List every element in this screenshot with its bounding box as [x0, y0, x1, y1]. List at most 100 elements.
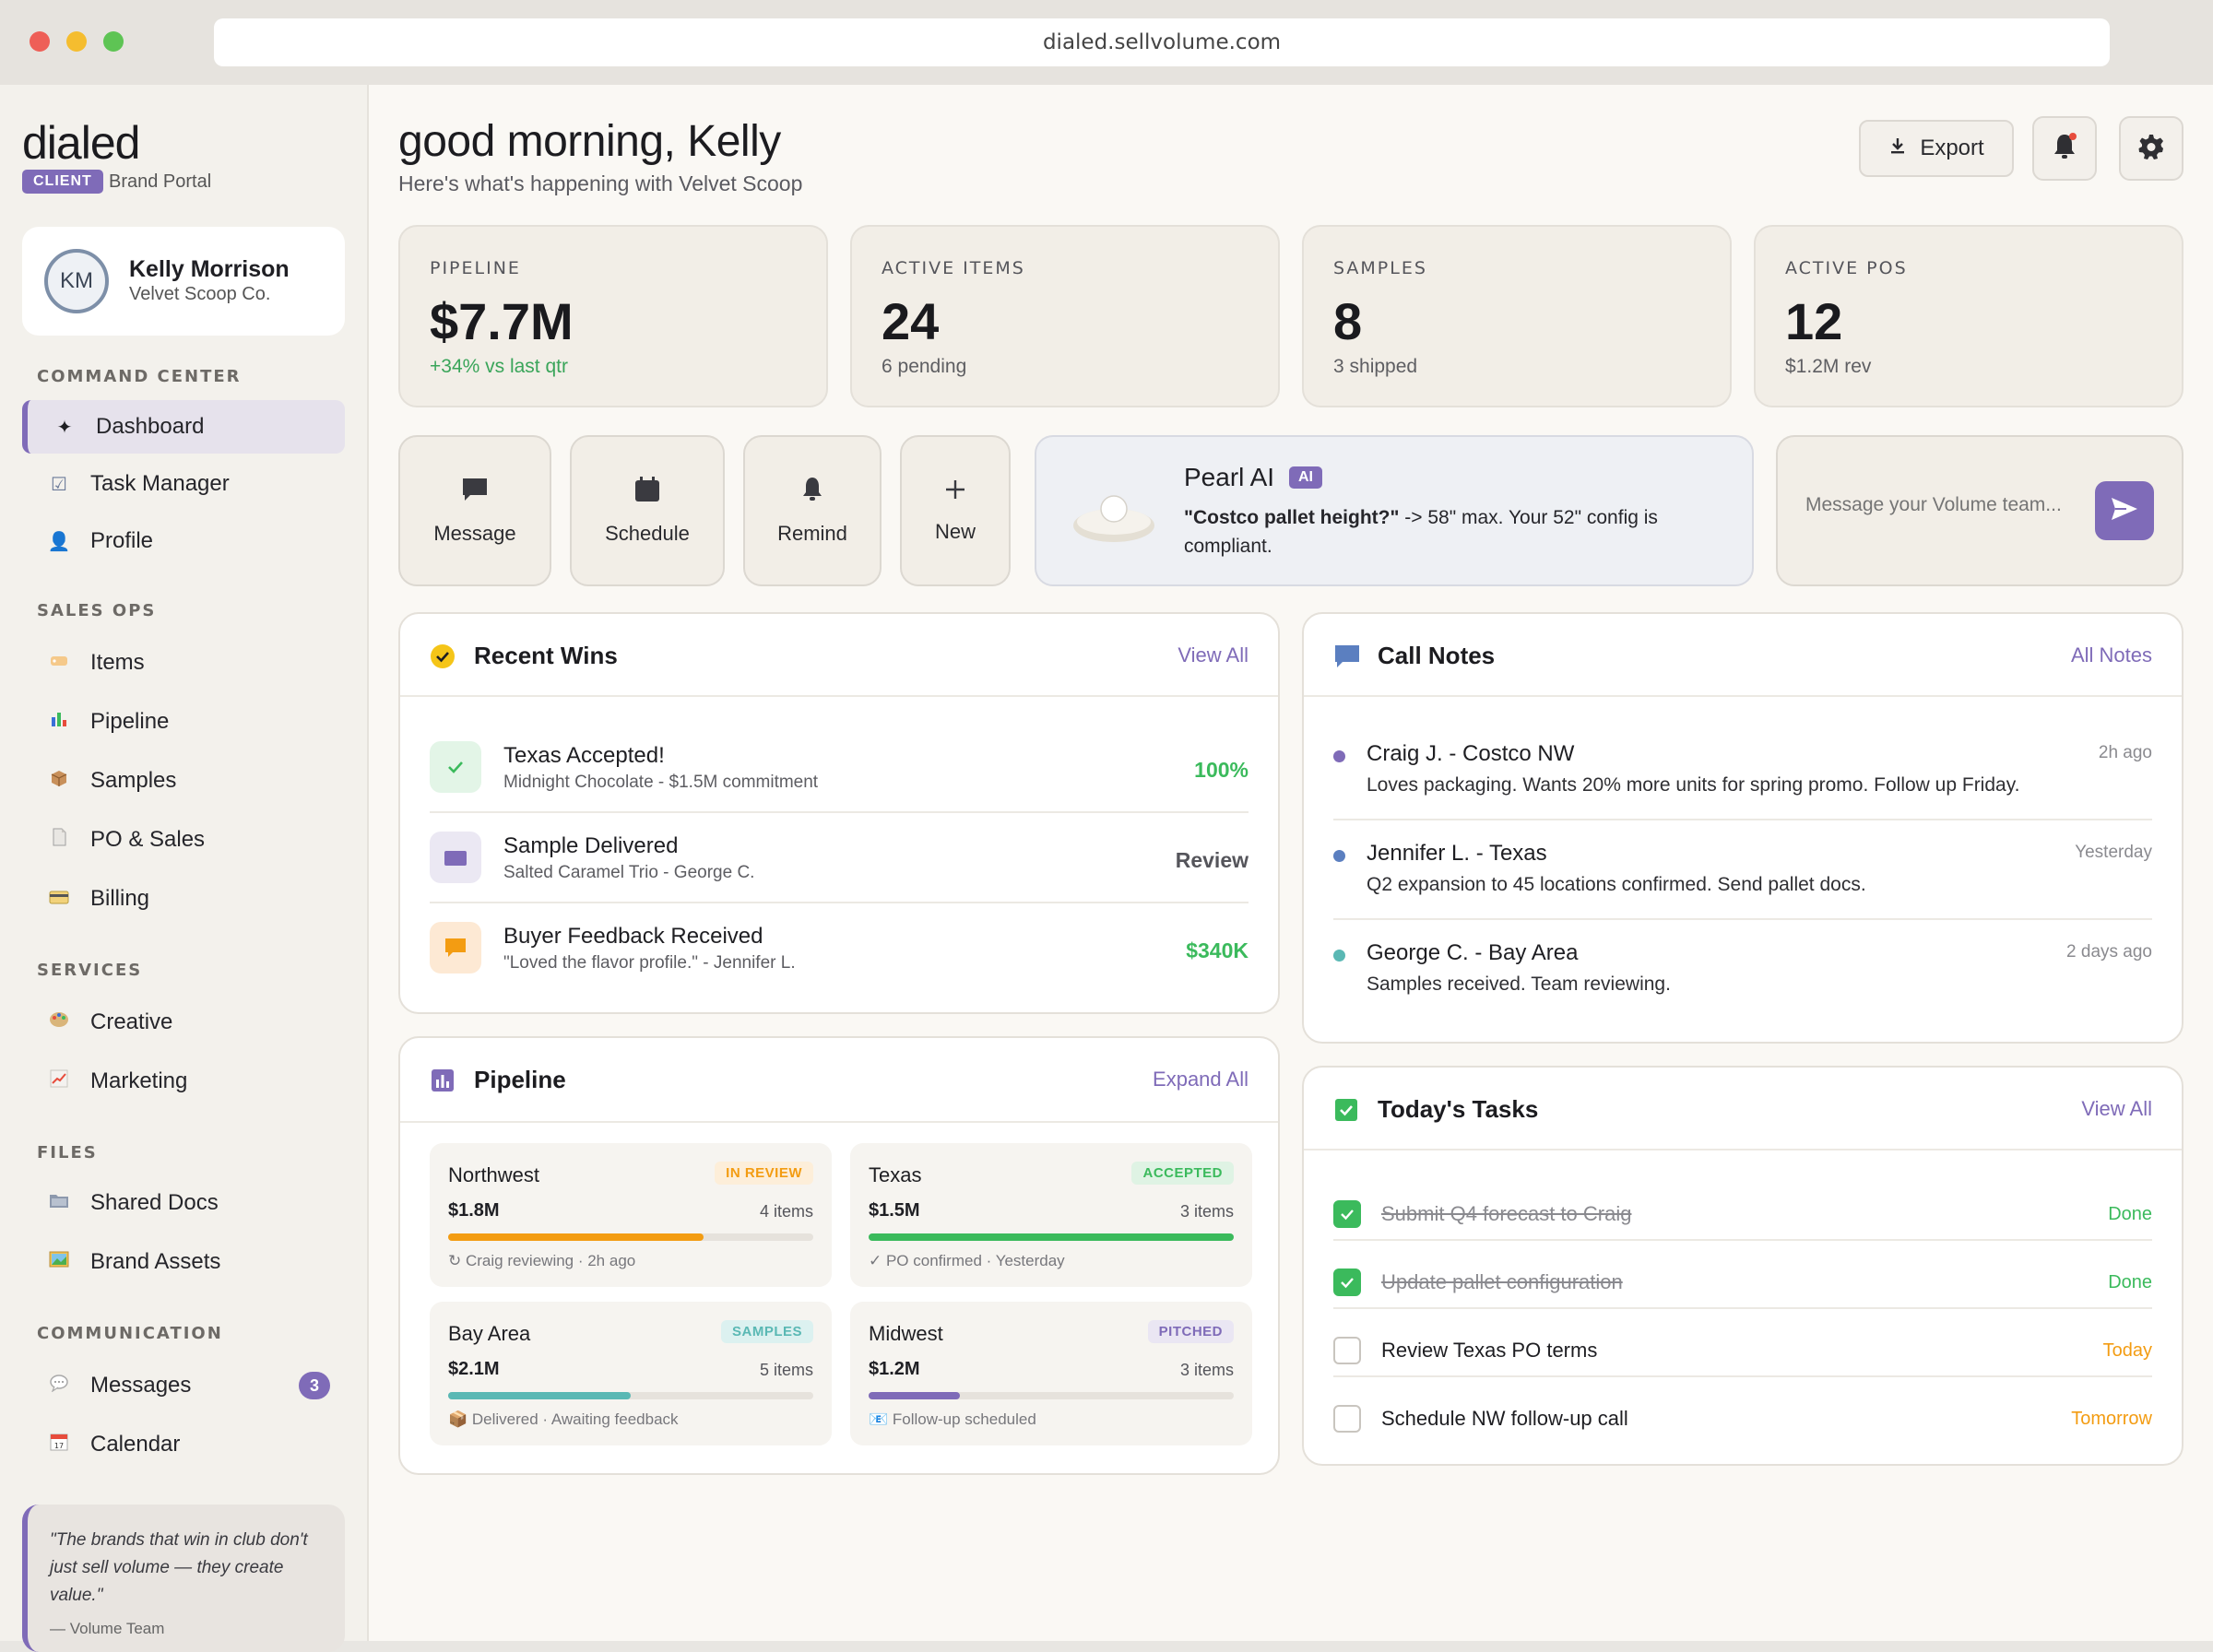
win-row[interactable]: Buyer Feedback Received "Loved the flavo… — [430, 905, 1249, 996]
speech-bubble-icon — [41, 1374, 77, 1398]
task-checkbox[interactable] — [1333, 1337, 1361, 1364]
sidebar-item-dashboard[interactable]: ✦ Dashboard — [22, 400, 345, 454]
call-note[interactable]: Craig J. - Costco NW 2h ago Loves packag… — [1333, 734, 2152, 822]
note-body: Samples received. Team reviewing. — [1367, 974, 1671, 995]
note-contact: Jennifer L. - Texas — [1367, 841, 1547, 866]
action-label: New — [934, 520, 976, 543]
view-all-wins-link[interactable]: View All — [1178, 643, 1249, 667]
sidebar-item-brand-assets[interactable]: Brand Assets — [22, 1235, 345, 1289]
sidebar-item-shared-docs[interactable]: Shared Docs — [22, 1176, 345, 1230]
task-checkbox[interactable] — [1333, 1200, 1361, 1228]
section-sales-ops: SALES OPS — [37, 601, 157, 620]
sidebar-item-label: Billing — [90, 886, 150, 911]
stat-sub: $1.2M rev — [1785, 356, 1872, 377]
win-row[interactable]: Sample Delivered Salted Caramel Trio - G… — [430, 815, 1249, 905]
message-icon — [460, 476, 490, 509]
folder-icon — [41, 1192, 77, 1214]
task-status: Done — [2108, 1272, 2152, 1292]
pipeline-region-midwest[interactable]: Midwest PITCHED $1.2M 3 items 📧 Follow-u… — [850, 1302, 1252, 1446]
win-title: Texas Accepted! — [503, 743, 665, 768]
send-button[interactable] — [2095, 481, 2154, 540]
task-checkbox[interactable] — [1333, 1268, 1361, 1296]
card-title: Pipeline — [474, 1066, 566, 1093]
sidebar-item-samples[interactable]: Samples — [22, 754, 345, 808]
region-footnote: ✓ PO confirmed · Yesterday — [869, 1252, 1065, 1269]
stat-sub: +34% vs last qtr — [430, 356, 568, 377]
pearl-question: "Costco pallet height?" — [1184, 507, 1400, 528]
stat-card-pipeline[interactable]: PIPELINE $7.7M +34% vs last qtr — [398, 225, 828, 407]
region-footnote: 📦 Delivered · Awaiting feedback — [448, 1410, 679, 1428]
sidebar-item-calendar[interactable]: 17 Calendar — [22, 1418, 345, 1471]
sparkle-icon: ✦ — [56, 417, 73, 438]
send-icon — [2110, 496, 2139, 526]
region-items: 4 items — [759, 1202, 813, 1221]
image-icon — [41, 1251, 77, 1273]
region-name: Northwest — [448, 1163, 540, 1186]
page-title: good morning, Kelly — [398, 117, 781, 166]
user-card[interactable]: KM Kelly Morrison Velvet Scoop Co. — [22, 227, 345, 336]
task-title: Submit Q4 forecast to Craig — [1381, 1202, 1632, 1225]
export-button[interactable]: Export — [1859, 120, 2014, 177]
sidebar-item-messages[interactable]: Messages 3 — [22, 1359, 345, 1412]
view-all-tasks-link[interactable]: View All — [2081, 1097, 2152, 1121]
stat-card-active-items[interactable]: ACTIVE ITEMS 24 6 pending — [850, 225, 1280, 407]
sidebar-item-billing[interactable]: Billing — [22, 872, 345, 926]
pipeline-region-texas[interactable]: Texas ACCEPTED $1.5M 3 items ✓ PO confir… — [850, 1143, 1252, 1287]
status-badge: IN REVIEW — [715, 1162, 813, 1185]
sidebar-item-task-manager[interactable]: ☑ Task Manager — [22, 457, 345, 511]
sidebar-item-items[interactable]: Items — [22, 636, 345, 690]
card-header: Pipeline Expand All — [400, 1038, 1278, 1123]
task-row[interactable]: Schedule NW follow-up call Tomorrow — [1333, 1386, 2152, 1453]
quote-author: — Volume Team — [50, 1620, 165, 1637]
stat-card-samples[interactable]: SAMPLES 8 3 shipped — [1302, 225, 1732, 407]
win-row[interactable]: Texas Accepted! Midnight Chocolate - $1.… — [430, 725, 1249, 815]
close-window-button[interactable] — [30, 31, 50, 52]
all-notes-link[interactable]: All Notes — [2071, 643, 2152, 667]
win-value: 100% — [1194, 758, 1249, 782]
sidebar-item-pipeline[interactable]: Pipeline — [22, 695, 345, 749]
address-bar[interactable]: dialed.sellvolume.com — [214, 18, 2110, 66]
call-note[interactable]: George C. - Bay Area 2 days ago Samples … — [1333, 933, 2152, 1021]
new-action-button[interactable]: New — [900, 435, 1011, 586]
settings-button[interactable] — [2119, 116, 2183, 181]
maximize-window-button[interactable] — [103, 31, 124, 52]
expand-all-link[interactable]: Expand All — [1153, 1068, 1249, 1092]
message-input[interactable] — [1805, 494, 2082, 516]
pearl-ai-card[interactable]: Pearl AI AI "Costco pallet height?" -> 5… — [1035, 435, 1754, 586]
pipeline-region-bay-area[interactable]: Bay Area SAMPLES $2.1M 5 items 📦 Deliver… — [430, 1302, 832, 1446]
sidebar-item-profile[interactable]: 👤 Profile — [22, 514, 345, 568]
note-time: 2h ago — [2098, 743, 2152, 762]
region-name: Midwest — [869, 1322, 943, 1345]
bar-chart-icon — [41, 710, 77, 734]
stat-label: SAMPLES — [1333, 258, 1427, 278]
minimize-window-button[interactable] — [66, 31, 87, 52]
notifications-button[interactable] — [2032, 116, 2097, 181]
remind-action-button[interactable]: Remind — [743, 435, 882, 586]
note-dot — [1333, 750, 1345, 762]
call-note[interactable]: Jennifer L. - Texas Yesterday Q2 expansi… — [1333, 833, 2152, 922]
sidebar-item-marketing[interactable]: Marketing — [22, 1055, 345, 1108]
stat-value: 8 — [1333, 292, 1363, 350]
note-body: Q2 expansion to 45 locations confirmed. … — [1367, 874, 1866, 895]
sidebar-item-creative[interactable]: Creative — [22, 996, 345, 1049]
task-checkbox[interactable] — [1333, 1405, 1361, 1433]
region-footnote: 📧 Follow-up scheduled — [869, 1410, 1036, 1428]
message-action-button[interactable]: Message — [398, 435, 551, 586]
calendar-icon — [633, 476, 661, 509]
sidebar-item-label: Pipeline — [90, 709, 170, 734]
quote-card: "The brands that win in club don't just … — [22, 1504, 345, 1652]
package-icon — [41, 769, 77, 793]
sidebar-item-label: PO & Sales — [90, 827, 206, 852]
pipeline-region-northwest[interactable]: Northwest IN REVIEW $1.8M 4 items ↻ Crai… — [430, 1143, 832, 1287]
progress-fill — [448, 1233, 704, 1241]
win-value: $340K — [1186, 938, 1249, 962]
browser-chrome: dialed.sellvolume.com — [0, 0, 2213, 85]
sidebar-item-po-sales[interactable]: PO & Sales — [22, 813, 345, 867]
divider — [1333, 1307, 2152, 1309]
progress-fill — [448, 1392, 631, 1399]
app-logo[interactable]: dialed — [22, 116, 140, 170]
stat-card-active-pos[interactable]: ACTIVE POS 12 $1.2M rev — [1754, 225, 2183, 407]
schedule-action-button[interactable]: Schedule — [570, 435, 725, 586]
checkbox-icon: ☑ — [51, 474, 67, 495]
sidebar-item-label: Brand Assets — [90, 1249, 221, 1274]
